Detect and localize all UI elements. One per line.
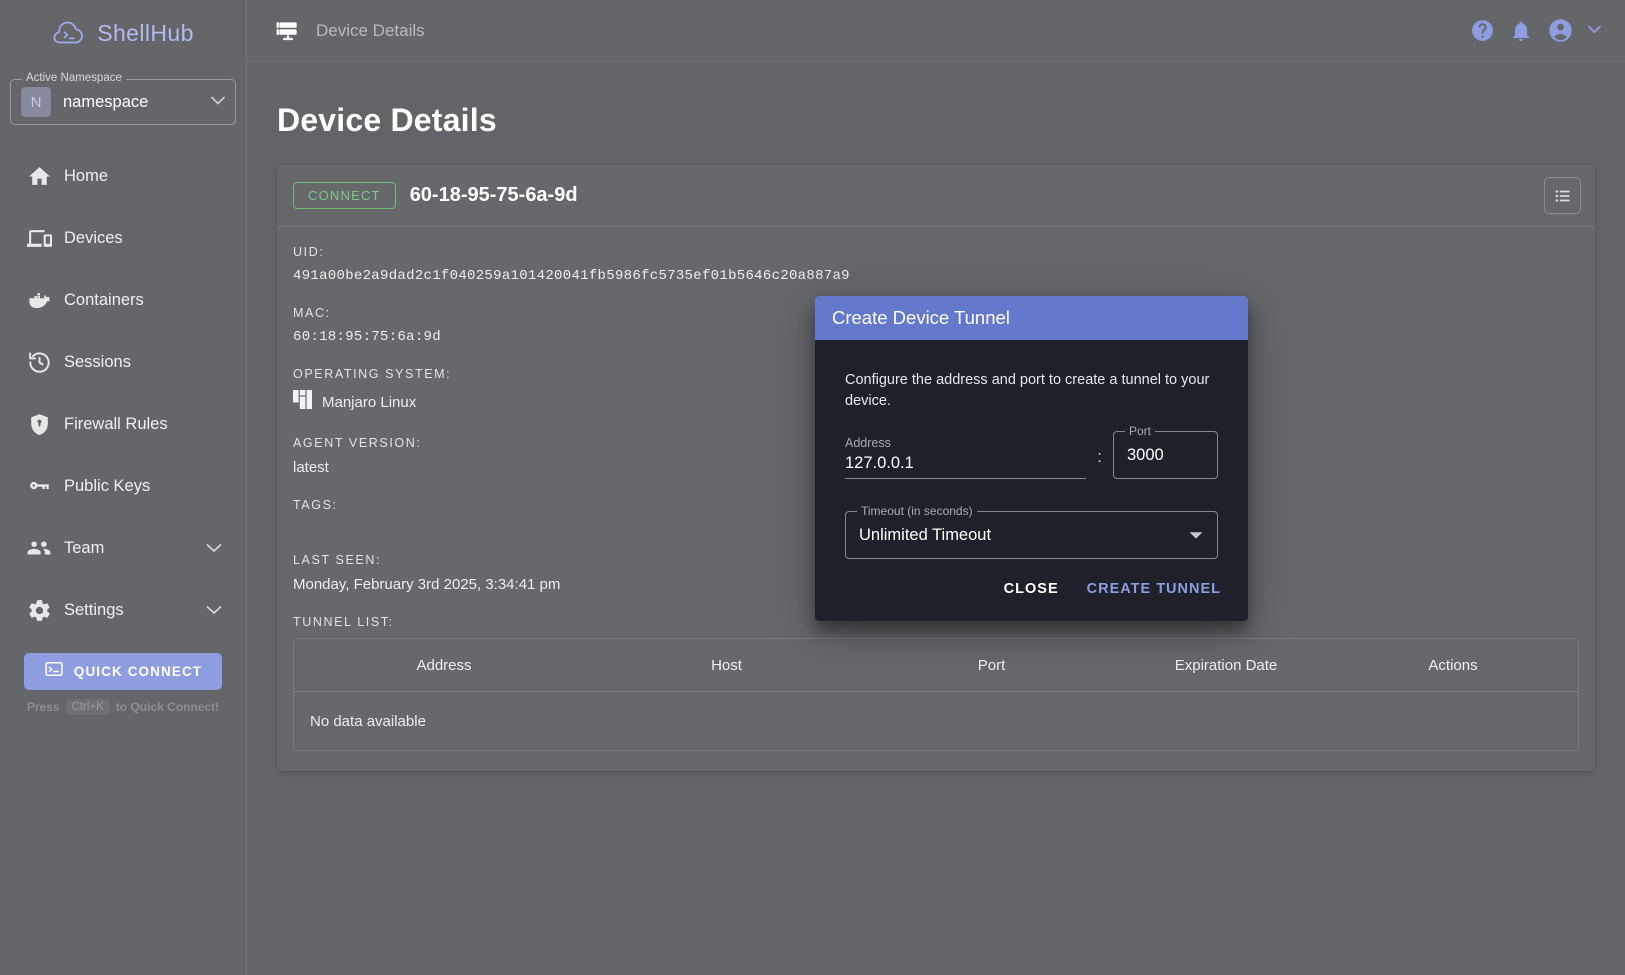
shield-icon xyxy=(14,412,64,437)
sidebar-item-label: Firewall Rules xyxy=(64,414,168,433)
active-namespace-legend: Active Namespace xyxy=(22,72,126,84)
quick-connect-button[interactable]: QUICK CONNECT xyxy=(24,653,222,690)
sidebar-item-firewall-rules[interactable]: Firewall Rules xyxy=(0,393,246,455)
quick-connect-hint-suffix: to Quick Connect! xyxy=(115,700,220,714)
active-namespace-selector[interactable]: Active Namespace N namespace xyxy=(10,72,236,125)
timeout-field-label: Timeout (in seconds) xyxy=(857,504,977,519)
brand[interactable]: ShellHub xyxy=(0,0,246,66)
quick-connect-hint: Press Ctrl+K to Quick Connect! xyxy=(0,699,246,715)
modal-description: Configure the address and port to create… xyxy=(845,372,1210,409)
namespace-name: namespace xyxy=(63,92,149,111)
timeout-selected-value: Unlimited Timeout xyxy=(859,525,992,544)
sidebar-item-label: Devices xyxy=(64,228,123,247)
modal-header: Create Device Tunnel xyxy=(815,296,1248,340)
namespace-avatar: N xyxy=(21,87,51,117)
sidebar-item-containers[interactable]: Containers xyxy=(0,269,246,331)
container-icon xyxy=(14,287,64,313)
devices-icon xyxy=(14,226,64,251)
close-button[interactable]: CLOSE xyxy=(993,573,1070,605)
main-area: Device Details Device Details CONNECT 60… xyxy=(247,0,1625,975)
address-port-row: Address 127.0.0.1 : Port 3000 xyxy=(845,424,1218,480)
create-tunnel-button[interactable]: CREATE TUNNEL xyxy=(1076,573,1232,605)
chevron-down-icon xyxy=(206,543,222,553)
create-device-tunnel-dialog: Create Device Tunnel Configure the addre… xyxy=(815,296,1248,622)
sidebar-item-team[interactable]: Team xyxy=(0,517,246,579)
history-icon xyxy=(14,350,64,375)
gear-icon xyxy=(14,598,64,623)
brand-text: ShellHub xyxy=(97,19,194,46)
shellhub-logo-icon xyxy=(52,19,88,47)
port-field-label: Port xyxy=(1125,424,1156,439)
sidebar-item-label: Sessions xyxy=(64,352,131,371)
chevron-down-icon[interactable] xyxy=(1188,530,1204,540)
sidebar-item-home[interactable]: Home xyxy=(0,145,246,207)
modal-title: Create Device Tunnel xyxy=(832,307,1010,328)
sidebar-item-label: Team xyxy=(64,538,105,557)
sidebar-item-sessions[interactable]: Sessions xyxy=(0,331,246,393)
terminal-icon xyxy=(44,659,64,684)
chevron-down-icon xyxy=(206,605,222,615)
timeout-select[interactable]: Timeout (in seconds) Unlimited Timeout xyxy=(845,504,1218,560)
app-root: ShellHub Active Namespace N namespace Ho… xyxy=(0,0,1625,975)
quick-connect-label: QUICK CONNECT xyxy=(73,664,203,679)
address-field-label: Address xyxy=(845,436,891,451)
sidebar-item-label: Containers xyxy=(64,290,144,309)
sidebar-nav: Home Devices Containers Sessions Firewal… xyxy=(0,145,246,641)
sidebar: ShellHub Active Namespace N namespace Ho… xyxy=(0,0,247,975)
sidebar-item-settings[interactable]: Settings xyxy=(0,579,246,641)
port-field[interactable]: Port 3000 xyxy=(1113,424,1218,480)
sidebar-item-devices[interactable]: Devices xyxy=(0,207,246,269)
address-field[interactable]: Address 127.0.0.1 xyxy=(845,429,1087,480)
sidebar-item-public-keys[interactable]: Public Keys xyxy=(0,455,246,517)
sidebar-item-label: Public Keys xyxy=(64,476,151,495)
people-icon xyxy=(14,535,64,561)
quick-connect-hint-prefix: Press xyxy=(26,700,60,714)
chevron-down-icon xyxy=(211,96,225,108)
sidebar-item-label: Settings xyxy=(64,600,124,619)
address-input[interactable]: 127.0.0.1 xyxy=(845,454,1086,473)
home-icon xyxy=(14,164,64,189)
port-input[interactable]: 3000 xyxy=(1127,446,1204,465)
modal-body: Configure the address and port to create… xyxy=(815,340,1248,565)
sidebar-item-label: Home xyxy=(64,166,109,185)
address-port-separator: : xyxy=(1097,447,1102,467)
quick-connect-shortcut-key: Ctrl+K xyxy=(65,699,110,715)
modal-footer: CLOSE CREATE TUNNEL xyxy=(815,565,1248,621)
key-icon xyxy=(14,473,64,499)
